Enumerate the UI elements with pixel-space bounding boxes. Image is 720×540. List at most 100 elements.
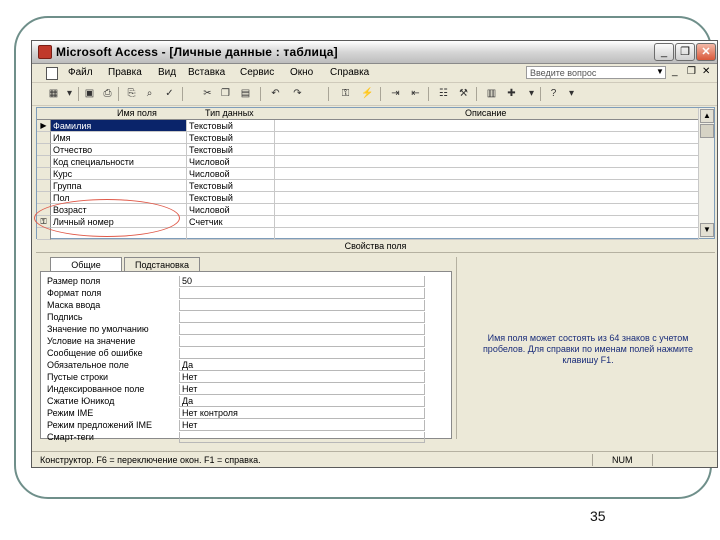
row-selector[interactable] [37, 132, 51, 144]
field-name-cell[interactable]: Курс [51, 168, 187, 180]
menu-view[interactable]: Вид [158, 67, 176, 78]
tab-general[interactable]: Общие [50, 257, 122, 271]
help-dropdown-icon[interactable]: ▼ [656, 67, 664, 76]
data-type-cell[interactable]: Текстовый [187, 192, 275, 204]
row-selector[interactable]: ▶ [37, 120, 51, 132]
table-document-icon[interactable] [46, 67, 58, 80]
data-type-cell[interactable]: Текстовый [187, 120, 275, 132]
database-window-icon[interactable]: ▥ [484, 87, 499, 101]
menu-insert[interactable]: Вставка [188, 67, 225, 78]
property-value[interactable] [179, 312, 425, 323]
property-value[interactable] [179, 300, 425, 311]
save-icon[interactable]: ▣ [82, 87, 97, 101]
column-header-type[interactable]: Тип данных [205, 108, 254, 119]
description-cell[interactable] [275, 228, 699, 240]
toolbar-options-icon[interactable]: ▾ [564, 87, 579, 101]
column-header-description[interactable]: Описание [465, 108, 506, 119]
description-cell[interactable] [275, 156, 699, 168]
view-icon[interactable]: ▦ [46, 87, 61, 101]
property-value[interactable]: Да [179, 360, 425, 371]
property-value[interactable] [179, 288, 425, 299]
minimize-button[interactable]: _ [654, 43, 674, 61]
menu-help[interactable]: Справка [330, 67, 369, 78]
property-value[interactable]: Да [179, 396, 425, 407]
property-hint-panel: Имя поля может состоять из 64 знаков с у… [456, 257, 715, 439]
field-properties-panel: Общие Подстановка Размер поля 50 Формат п… [40, 257, 452, 443]
search-icon[interactable]: ⌕ [142, 87, 157, 101]
data-type-cell[interactable] [187, 228, 275, 240]
paste-icon[interactable]: ▤ [238, 87, 253, 101]
row-selector[interactable] [37, 156, 51, 168]
key-icon[interactable]: ⚿ [338, 87, 353, 101]
tab-lookup[interactable]: Подстановка [124, 257, 200, 271]
property-value[interactable] [179, 432, 425, 443]
grid-vertical-scrollbar[interactable]: ▲ ▼ [698, 108, 714, 238]
menu-edit[interactable]: Правка [108, 67, 142, 78]
description-cell[interactable] [275, 168, 699, 180]
scroll-down-icon[interactable]: ▼ [700, 223, 714, 237]
new-object-icon[interactable]: ✚ [504, 87, 519, 101]
description-cell[interactable] [275, 204, 699, 216]
description-cell[interactable] [275, 180, 699, 192]
field-name-cell[interactable]: Группа [51, 180, 187, 192]
property-value[interactable] [179, 324, 425, 335]
description-cell[interactable] [275, 132, 699, 144]
property-label: Сжатие Юникод [47, 396, 115, 406]
data-type-cell[interactable]: Текстовый [187, 180, 275, 192]
mdi-close-button[interactable]: ✕ [702, 66, 710, 77]
print-preview-icon[interactable]: ⎙ [100, 87, 115, 101]
spelling-icon[interactable]: ✓ [162, 87, 177, 101]
restore-button[interactable]: ❐ [675, 43, 695, 61]
description-cell[interactable] [275, 144, 699, 156]
property-value[interactable]: Нет [179, 372, 425, 383]
mdi-minimize-button[interactable]: _ [672, 66, 678, 77]
property-value[interactable]: Нет [179, 384, 425, 395]
property-value[interactable]: Нет [179, 420, 425, 431]
scroll-thumb[interactable] [700, 124, 714, 138]
data-type-cell[interactable]: Числовой [187, 168, 275, 180]
row-selector[interactable] [37, 144, 51, 156]
cut-icon[interactable]: ✂ [200, 87, 215, 101]
help-question-input[interactable]: Введите вопрос [526, 66, 666, 79]
description-cell[interactable] [275, 192, 699, 204]
properties-icon[interactable]: ☷ [436, 87, 451, 101]
indexes-icon[interactable]: ⚡ [360, 87, 375, 101]
data-type-cell[interactable]: Текстовый [187, 132, 275, 144]
field-name-cell[interactable]: Код специальности [51, 156, 187, 168]
undo-icon[interactable]: ↶ [268, 87, 283, 101]
row-selector[interactable] [37, 168, 51, 180]
menu-file[interactable]: Файл [68, 67, 93, 78]
scroll-up-icon[interactable]: ▲ [700, 109, 714, 123]
description-cell[interactable] [275, 120, 699, 132]
mdi-restore-button[interactable]: ❐ [687, 66, 696, 77]
close-button[interactable]: ✕ [696, 43, 716, 61]
build-icon[interactable]: ⚒ [456, 87, 471, 101]
help-icon[interactable]: ? [546, 87, 561, 101]
description-cell[interactable] [275, 216, 699, 228]
field-name-cell[interactable]: Отчество [51, 144, 187, 156]
delete-rows-icon[interactable]: ⇤ [408, 87, 423, 101]
dropdown-icon[interactable]: ▾ [524, 87, 539, 101]
row-selector[interactable] [37, 192, 51, 204]
data-type-cell[interactable]: Числовой [187, 204, 275, 216]
column-header-name[interactable]: Имя поля [117, 108, 157, 119]
redo-icon[interactable]: ↷ [290, 87, 305, 101]
field-name-cell[interactable]: Фамилия [51, 120, 187, 132]
menu-window[interactable]: Окно [290, 67, 313, 78]
field-name-cell[interactable]: Имя [51, 132, 187, 144]
dropdown-icon[interactable]: ▾ [62, 87, 77, 101]
property-value[interactable] [179, 336, 425, 347]
title-bar[interactable]: Microsoft Access - [Личные данные : табл… [32, 41, 717, 64]
data-type-cell[interactable]: Текстовый [187, 144, 275, 156]
row-selector[interactable] [37, 180, 51, 192]
property-value[interactable] [179, 348, 425, 359]
data-type-cell[interactable]: Числовой [187, 156, 275, 168]
property-value[interactable]: 50 [179, 276, 425, 287]
copy-icon[interactable]: ❐ [218, 87, 233, 101]
data-type-cell[interactable]: Счетчик [187, 216, 275, 228]
insert-rows-icon[interactable]: ⇥ [388, 87, 403, 101]
print-icon[interactable]: ⎘ [124, 87, 139, 101]
menu-tools[interactable]: Сервис [240, 67, 274, 78]
num-lock-indicator: NUM [612, 455, 633, 465]
property-value[interactable]: Нет контроля [179, 408, 425, 419]
